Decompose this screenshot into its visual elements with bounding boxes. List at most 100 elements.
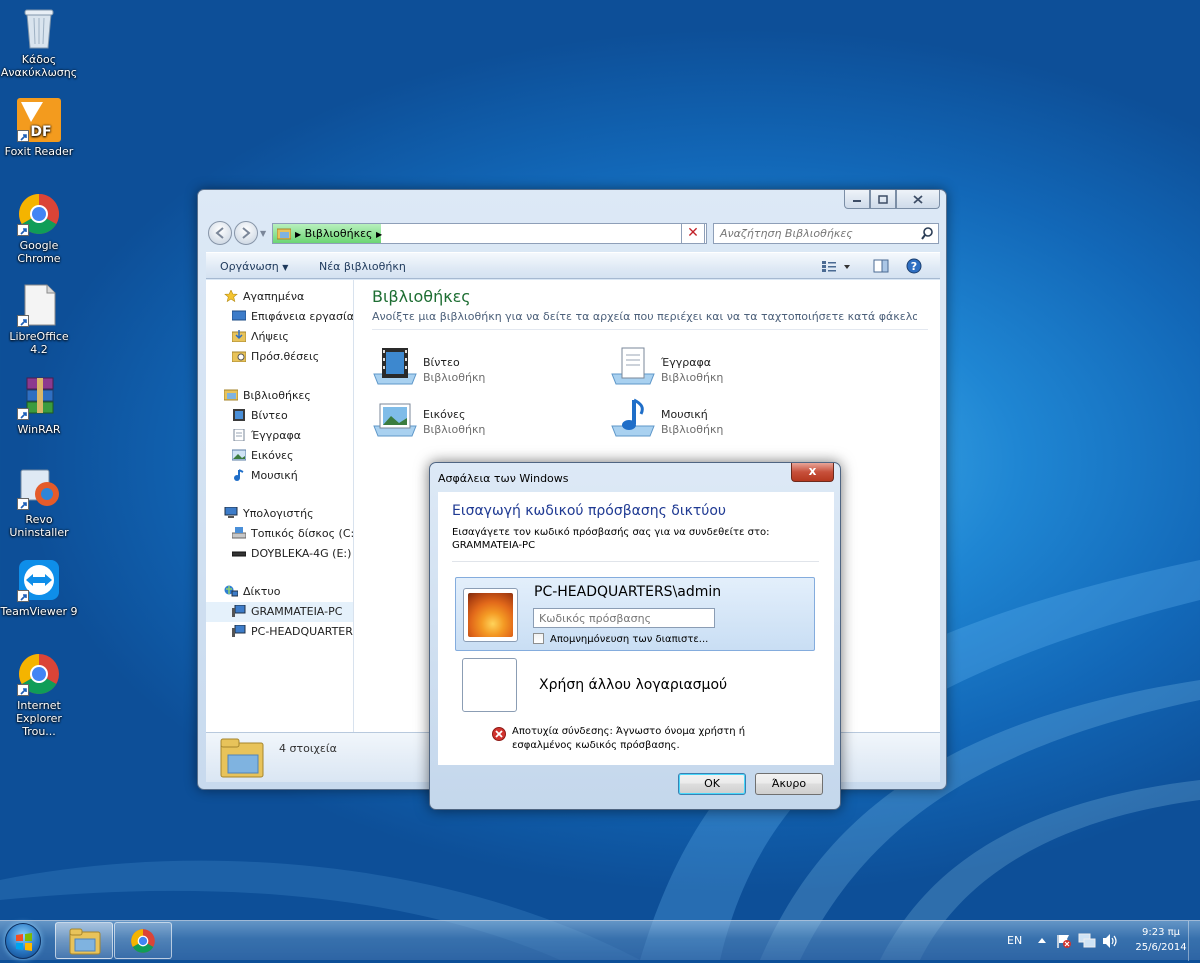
- user-picture: [463, 588, 518, 642]
- nav-favorites[interactable]: Αγαπημένα: [206, 287, 353, 307]
- nav-documents[interactable]: Έγγραφα: [206, 426, 353, 446]
- credential-tile-selected[interactable]: PC-HEADQUARTERS\admin Κωδικός πρόσβασης …: [455, 577, 815, 651]
- close-button[interactable]: [896, 190, 940, 209]
- music-library-icon: [611, 398, 655, 437]
- nav-recent[interactable]: Πρόσ.θέσεις: [206, 347, 353, 367]
- foxit-reader-desktop-icon[interactable]: DF Foxit Reader: [0, 98, 78, 158]
- nav-videos[interactable]: Βίντεο: [206, 406, 353, 426]
- remember-checkbox[interactable]: [533, 633, 544, 644]
- dialog-close-button[interactable]: x: [791, 463, 834, 482]
- breadcrumb[interactable]: ▶ Βιβλιοθήκες ▶: [295, 227, 382, 240]
- help-icon[interactable]: ?: [906, 258, 922, 274]
- chrome-icon: [131, 929, 155, 953]
- nav-downloads[interactable]: Λήψεις: [206, 327, 353, 347]
- action-center-flag-icon[interactable]: [1056, 933, 1072, 949]
- winrar-desktop-icon[interactable]: WinRAR: [0, 376, 78, 436]
- stop-loading-button[interactable]: ✕: [681, 223, 705, 244]
- revo-uninstaller-desktop-icon[interactable]: Revo Uninstaller: [0, 466, 78, 539]
- pictures-library-icon: [373, 403, 417, 437]
- library-type: Βιβλιοθήκη: [423, 423, 486, 436]
- teamviewer-desktop-icon[interactable]: TeamViewer 9: [0, 558, 78, 618]
- navigation-pane[interactable]: Αγαπημένα Επιφάνεια εργασίας Λήψεις Πρόσ…: [206, 280, 354, 732]
- clock[interactable]: 9:23 πμ 25/6/2014: [1128, 925, 1194, 955]
- password-placeholder: Κωδικός πρόσβασης: [539, 612, 652, 625]
- credential-username: PC-HEADQUARTERS\admin: [534, 584, 722, 600]
- library-documents[interactable]: Έγγραφα Βιβλιοθήκη: [610, 346, 810, 390]
- clock-date: 25/6/2014: [1135, 942, 1187, 953]
- taskbar-chrome-button[interactable]: [114, 922, 172, 959]
- clock-time: 9:23 πμ: [1141, 927, 1181, 938]
- change-view-icon[interactable]: [821, 260, 851, 273]
- window-caption-buttons: [844, 190, 940, 209]
- remember-label: Απομνημόνευση των διαπιστε...: [550, 634, 709, 645]
- address-bar[interactable]: ▶ Βιβλιοθήκες ▶ ▼: [272, 223, 707, 244]
- address-navigation-bar: ▼ ▶ Βιβλιοθήκες ▶ ▼ ✕ Αναζήτηση Βιβλιοθή…: [206, 220, 940, 246]
- nav-label: Λήψεις: [251, 330, 289, 343]
- minimize-button[interactable]: [844, 190, 870, 209]
- desktop-icon-label: Internet Explorer Trou...: [16, 699, 62, 738]
- start-button[interactable]: [5, 923, 41, 959]
- recent-places-icon: [232, 351, 246, 362]
- shortcut-arrow-icon: [17, 130, 29, 142]
- nav-grammateia-pc[interactable]: GRAMMATEIA-PC: [206, 602, 353, 622]
- remember-credentials[interactable]: Απομνημόνευση των διαπιστε...: [533, 633, 708, 645]
- search-placeholder: Αναζήτηση Βιβλιοθήκες: [720, 227, 853, 240]
- new-library-button[interactable]: Νέα βιβλιοθήκη: [319, 260, 406, 273]
- forward-button[interactable]: [234, 221, 258, 245]
- windows-security-dialog[interactable]: Ασφάλεια των Windows x Εισαγωγή κωδικού …: [429, 462, 841, 810]
- flower-avatar-icon: [468, 593, 513, 637]
- recent-pages-chevron-icon[interactable]: ▼: [260, 229, 266, 238]
- maximize-button[interactable]: [870, 190, 896, 209]
- shortcut-arrow-icon: [17, 590, 29, 602]
- show-hidden-icons-icon[interactable]: [1037, 936, 1047, 944]
- show-desktop-button[interactable]: [1188, 921, 1200, 961]
- nav-desktop[interactable]: Επιφάνεια εργασίας: [206, 307, 353, 327]
- use-another-account-tile[interactable]: Χρήση άλλου λογαριασμού: [455, 657, 815, 713]
- use-another-account-label: Χρήση άλλου λογαριασμού: [539, 677, 728, 693]
- shortcut-arrow-icon: [17, 224, 29, 236]
- library-type: Βιβλιοθήκη: [661, 423, 724, 436]
- shortcut-arrow-icon: [17, 408, 29, 420]
- language-indicator[interactable]: EN: [1007, 934, 1022, 947]
- nav-usb-drive[interactable]: DOYBLEKA-4G (E:): [206, 544, 353, 564]
- desktop-icon-label: Google Chrome: [17, 239, 61, 265]
- nav-libraries[interactable]: Βιβλιοθήκες: [206, 386, 353, 406]
- search-input[interactable]: Αναζήτηση Βιβλιοθήκες: [713, 223, 939, 244]
- nav-pc-headquarters[interactable]: PC-HEADQUARTERS: [206, 622, 354, 642]
- nav-music[interactable]: Μουσική: [206, 466, 353, 486]
- network-icon: [224, 585, 238, 597]
- preview-pane-icon[interactable]: [873, 259, 889, 273]
- command-bar: Οργάνωση ▼ Νέα βιβλιοθήκη ?: [206, 252, 940, 279]
- error-text: Αποτυχία σύνδεσης: Άγνωστο όνομα χρήστη …: [512, 726, 746, 751]
- cancel-button[interactable]: Άκυρο: [755, 773, 823, 795]
- nav-local-disk[interactable]: Τοπικός δίσκος (C:): [206, 524, 353, 544]
- library-pictures[interactable]: Εικόνες Βιβλιοθήκη: [372, 398, 572, 442]
- nav-label: PC-HEADQUARTERS: [251, 625, 354, 638]
- volume-icon[interactable]: [1102, 933, 1118, 949]
- foxit-reader-icon: DF: [17, 98, 61, 142]
- svg-text:?: ?: [911, 260, 917, 273]
- library-music[interactable]: Μουσική Βιβλιοθήκη: [610, 398, 810, 442]
- chrome-desktop-icon[interactable]: Google Chrome: [0, 192, 78, 265]
- nav-label: Δίκτυο: [243, 585, 281, 598]
- search-icon[interactable]: [921, 227, 933, 240]
- recycle-bin-desktop-icon[interactable]: Κάδος Ανακύκλωσης: [0, 6, 78, 79]
- ie-troubleshoot-desktop-icon[interactable]: Internet Explorer Trou...: [0, 652, 78, 738]
- nav-label: Βιβλιοθήκες: [243, 389, 311, 402]
- ok-button[interactable]: OK: [678, 773, 746, 795]
- library-type: Βιβλιοθήκη: [423, 371, 486, 384]
- nav-pictures[interactable]: Εικόνες: [206, 446, 353, 466]
- breadcrumb-libraries[interactable]: Βιβλιοθήκες: [305, 227, 373, 240]
- password-field[interactable]: Κωδικός πρόσβασης: [533, 608, 715, 628]
- nav-computer[interactable]: Υπολογιστής: [206, 504, 353, 524]
- nav-network[interactable]: Δίκτυο: [206, 582, 353, 602]
- organize-menu[interactable]: Οργάνωση ▼: [220, 260, 288, 273]
- network-tray-icon[interactable]: [1078, 933, 1096, 949]
- taskbar-explorer-button[interactable]: [55, 922, 113, 959]
- chrome-icon: [17, 192, 61, 236]
- libreoffice-desktop-icon[interactable]: LibreOffice 4.2: [0, 283, 78, 356]
- back-button[interactable]: [208, 221, 232, 245]
- system-tray: EN 9:23 πμ 25/6/2014: [1000, 921, 1200, 961]
- library-videos[interactable]: Βίντεο Βιβλιοθήκη: [372, 346, 572, 390]
- chrome-icon: [17, 652, 61, 696]
